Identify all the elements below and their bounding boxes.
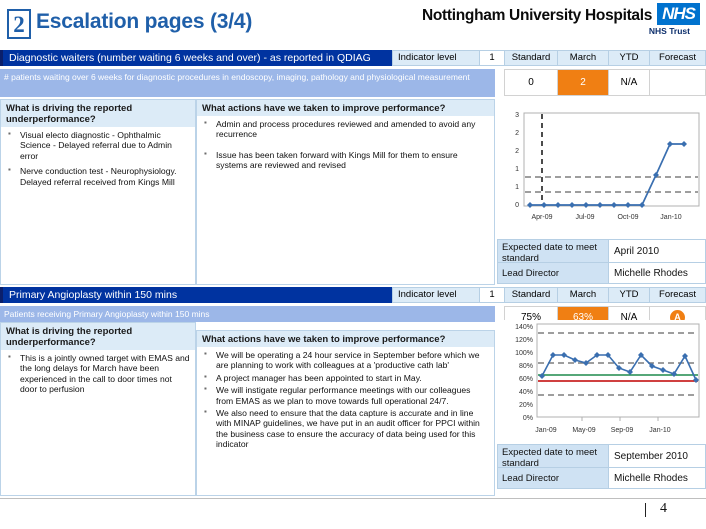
section1-expected-date-value: April 2010: [608, 239, 706, 263]
section2-drivers-heading: What is driving the reported underperfor…: [1, 323, 195, 350]
section2-indicator-level-label: Indicator level: [392, 287, 480, 303]
primary-angioplasty-line-chart: 140% 120% 100% 80% 60% 40% 20% 0% Jan-09…: [497, 320, 706, 442]
section1-chart: 3 2 2 1 1 0 Apr-09 Jul-09 Oct-09 Jan-10: [497, 103, 706, 233]
section1-actions-box: What actions have we taken to improve pe…: [196, 99, 495, 285]
section2-chart: 140% 120% 100% 80% 60% 40% 20% 0% Jan-09…: [497, 320, 706, 442]
section2-expected-date-label: Expected date to meet standard: [497, 444, 609, 469]
svg-text:120%: 120%: [515, 337, 533, 344]
svg-text:60%: 60%: [519, 376, 533, 383]
section1-indicator-level-value: 1: [479, 50, 505, 66]
svg-text:140%: 140%: [515, 324, 533, 331]
nhs-trust-sublabel: NHS Trust: [648, 26, 690, 36]
svg-text:Sep-09: Sep-09: [611, 427, 634, 434]
svg-text:2: 2: [515, 130, 519, 137]
list-item: We also need to ensure that the data cap…: [200, 407, 489, 450]
footer-separator: [645, 503, 646, 517]
page-number: 4: [660, 501, 667, 516]
svg-text:Jan-10: Jan-10: [649, 427, 671, 434]
section1-subtitle: # patients waiting over 6 weeks for diag…: [0, 69, 495, 97]
section1-lead-director-value: Michelle Rhodes: [608, 262, 706, 284]
svg-text:1: 1: [515, 184, 519, 191]
section1-value-march: 2: [557, 69, 609, 96]
svg-text:100%: 100%: [515, 350, 533, 357]
svg-text:Jan-10: Jan-10: [660, 214, 682, 221]
list-item: Issue has been taken forward with Kings …: [200, 149, 489, 171]
svg-text:0%: 0%: [523, 415, 533, 422]
section1-value-ytd: N/A: [608, 69, 650, 96]
svg-text:Oct-09: Oct-09: [617, 214, 638, 221]
section1-col-forecast: Forecast: [649, 50, 706, 66]
section2-drivers-box: What is driving the reported underperfor…: [0, 322, 196, 496]
svg-text:40%: 40%: [519, 389, 533, 396]
section2-actions-list: We will be operating a 24 hour service i…: [200, 349, 489, 450]
diagnostic-waiters-line-chart: 3 2 2 1 1 0 Apr-09 Jul-09 Oct-09 Jan-10: [497, 103, 706, 233]
nhs-branding: Nottingham University Hospitals NHS NHS T…: [410, 3, 700, 45]
section1-indicator-level-label: Indicator level: [392, 50, 480, 66]
section2-actions-box: What actions have we taken to improve pe…: [196, 330, 495, 496]
list-item: This is a jointly owned target with EMAS…: [4, 352, 190, 395]
svg-text:20%: 20%: [519, 402, 533, 409]
svg-text:May-09: May-09: [572, 427, 595, 434]
section1-col-march: March: [557, 50, 609, 66]
nhs-logo: NHS: [657, 3, 700, 25]
list-item: Admin and process procedures reviewed an…: [200, 118, 489, 140]
section1-value-forecast: [649, 69, 706, 96]
section2-col-ytd: YTD: [608, 287, 650, 303]
section1-col-standard: Standard: [504, 50, 558, 66]
section2-col-forecast: Forecast: [649, 287, 706, 303]
section2-col-standard: Standard: [504, 287, 558, 303]
list-item: Nerve conduction test - Neurophysiology.…: [4, 165, 190, 187]
list-item: Visual electo diagnostic - Ophthalmic Sc…: [4, 129, 190, 161]
svg-text:Jan-09: Jan-09: [535, 427, 557, 434]
trust-name: Nottingham University Hospitals: [421, 7, 653, 24]
section1-drivers-list: Visual electo diagnostic - Ophthalmic Sc…: [4, 129, 190, 187]
section2-indicator-level-value: 1: [479, 287, 505, 303]
section1-actions-list: Admin and process procedures reviewed an…: [200, 118, 489, 171]
svg-text:1: 1: [515, 166, 519, 173]
list-item: A project manager has been appointed to …: [200, 372, 489, 383]
page-header: 2 Escalation pages (3/4) Nottingham Univ…: [0, 0, 706, 48]
list-item: We will be operating a 24 hour service i…: [200, 349, 489, 371]
section2-lead-director-label: Lead Director: [497, 467, 609, 489]
section1-drivers-box: What is driving the reported underperfor…: [0, 99, 196, 285]
section-badge: 2: [7, 9, 31, 39]
section1-lead-director-label: Lead Director: [497, 262, 609, 284]
section1-expected-date-label: Expected date to meet standard: [497, 239, 609, 264]
section1-value-standard: 0: [504, 69, 558, 96]
svg-text:Jul-09: Jul-09: [575, 214, 594, 221]
section2-expected-date-value: September 2010: [608, 444, 706, 468]
section2-title: Primary Angioplasty within 150 mins: [0, 287, 392, 303]
svg-text:0: 0: [515, 202, 519, 209]
section2-subtitle: Patients receiving Primary Angioplasty w…: [0, 306, 495, 322]
svg-text:80%: 80%: [519, 363, 533, 370]
section1-drivers-heading: What is driving the reported underperfor…: [1, 100, 195, 127]
section1-col-ytd: YTD: [608, 50, 650, 66]
section2-col-march: March: [557, 287, 609, 303]
footer-divider: [0, 498, 706, 499]
page-title: Escalation pages (3/4): [36, 10, 253, 33]
svg-text:Apr-09: Apr-09: [531, 214, 552, 221]
section1-actions-heading: What actions have we taken to improve pe…: [197, 100, 494, 116]
section2-lead-director-value: Michelle Rhodes: [608, 467, 706, 489]
list-item: We will instigate regular performance me…: [200, 384, 489, 406]
section2-actions-heading: What actions have we taken to improve pe…: [197, 331, 494, 347]
section2-drivers-list: This is a jointly owned target with EMAS…: [4, 352, 190, 395]
svg-text:3: 3: [515, 112, 519, 119]
section1-title: Diagnostic waiters (number waiting 6 wee…: [0, 50, 392, 66]
svg-text:2: 2: [515, 148, 519, 155]
